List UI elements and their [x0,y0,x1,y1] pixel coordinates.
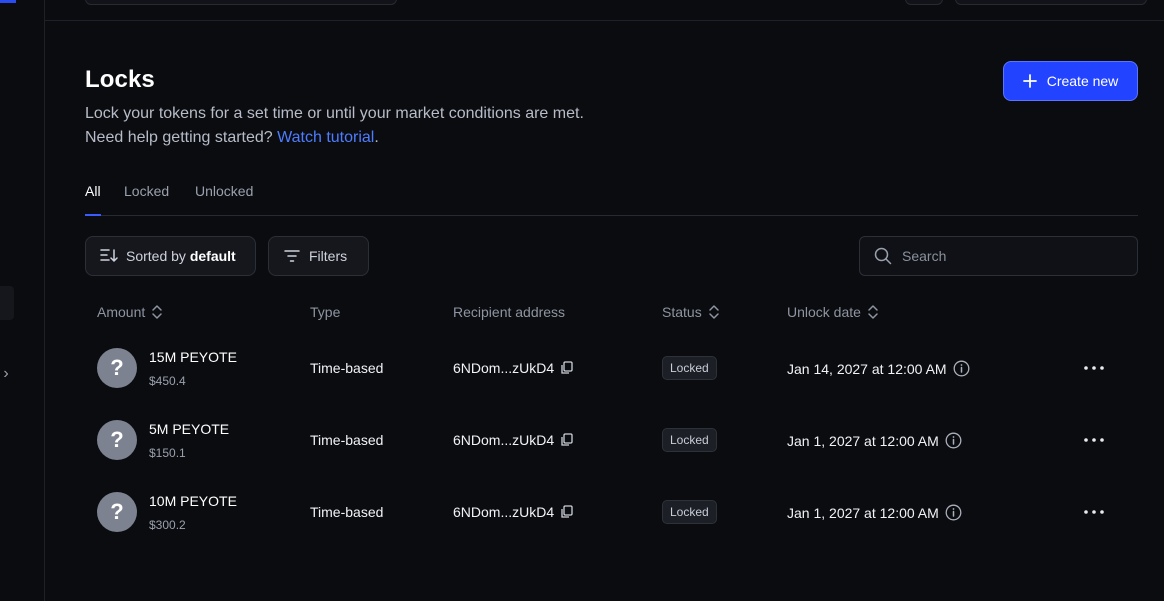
lock-type: Time-based [310,432,384,448]
table-row[interactable]: ? 15M PEYOTE $450.4 Time-based 6NDom...z… [85,336,1138,408]
unlock-date-cell: Jan 1, 2027 at 12:00 AM [787,504,962,521]
sidebar-active-item[interactable] [0,286,14,320]
column-amount[interactable]: Amount [97,304,163,320]
sidebar-accent [0,0,16,3]
token-amount: 15M PEYOTE [149,349,237,365]
token-placeholder-icon: ? [97,420,137,460]
lock-type: Time-based [310,360,384,376]
unlock-date: Jan 14, 2027 at 12:00 AM [787,360,947,377]
more-options-icon[interactable] [1079,501,1109,523]
sort-value: default [189,248,236,264]
table-header: Amount Type Recipient address Status Unl… [85,304,1138,324]
info-icon[interactable] [953,360,970,377]
top-bar [45,0,1164,21]
recipient-cell: 6NDom...zUkD4 [453,360,574,376]
info-icon[interactable] [945,504,962,521]
sort-button[interactable]: Sorted by default [85,236,256,276]
column-unlock-date[interactable]: Unlock date [787,304,879,320]
subtitle-period: . [374,129,379,146]
search-icon [874,247,892,265]
sort-label: Sorted by default [126,248,236,264]
filters-label: Filters [309,248,348,264]
top-wallet-button[interactable] [955,0,1147,5]
sort-updown-icon [867,304,879,320]
token-amount: 5M PEYOTE [149,421,230,437]
app-root: › Locks Lock your tokens for a set time … [0,0,1164,601]
token-usd-value: $300.2 [149,518,186,532]
lock-type: Time-based [310,504,384,520]
filter-icon [283,249,301,263]
column-unlock-date-label: Unlock date [787,304,861,320]
recipient-address: 6NDom...zUkD4 [453,360,555,376]
sidebar-expand-icon[interactable]: › [0,364,12,384]
sort-icon [100,248,118,264]
more-options-icon[interactable] [1079,429,1109,451]
status-badge: Locked [662,428,717,452]
table-row[interactable]: ? 5M PEYOTE $150.1 Time-based 6NDom...zU… [85,408,1138,480]
search-box[interactable] [859,236,1138,276]
token-placeholder-icon: ? [97,492,137,532]
recipient-address: 6NDom...zUkD4 [453,432,555,448]
column-recipient: Recipient address [453,304,565,320]
sort-updown-icon [708,304,720,320]
sidebar: › [0,0,45,601]
top-icon-button[interactable] [905,0,943,5]
create-new-label: Create new [1046,73,1119,89]
page-subtitle: Lock your tokens for a set time or until… [85,102,585,150]
recipient-cell: 6NDom...zUkD4 [453,432,574,448]
recipient-address: 6NDom...zUkD4 [453,504,555,520]
recipient-cell: 6NDom...zUkD4 [453,504,574,520]
column-status[interactable]: Status [662,304,720,320]
sort-updown-icon [151,304,163,320]
tab-locked[interactable]: Locked [124,183,169,215]
more-options-icon[interactable] [1079,357,1109,379]
column-type: Type [310,304,340,320]
plus-icon [1022,74,1037,88]
unlock-date-cell: Jan 1, 2027 at 12:00 AM [787,432,962,449]
unlock-date-cell: Jan 14, 2027 at 12:00 AM [787,360,970,377]
copy-icon[interactable] [560,505,574,519]
filters-button[interactable]: Filters [268,236,369,276]
info-icon[interactable] [945,432,962,449]
token-usd-value: $450.4 [149,374,186,388]
column-status-label: Status [662,304,702,320]
column-amount-label: Amount [97,304,146,320]
token-amount: 10M PEYOTE [149,493,237,509]
unlock-date: Jan 1, 2027 at 12:00 AM [787,432,939,449]
token-usd-value: $150.1 [149,446,186,460]
sort-prefix: Sorted by [126,248,186,264]
unlock-date: Jan 1, 2027 at 12:00 AM [787,504,939,521]
lock-tabs: All Locked Unlocked [85,176,1138,216]
watch-tutorial-link[interactable]: Watch tutorial [277,129,374,146]
tab-unlocked[interactable]: Unlocked [195,183,253,215]
create-new-button[interactable]: Create new [1003,61,1138,101]
table-row[interactable]: ? 10M PEYOTE $300.2 Time-based 6NDom...z… [85,480,1138,552]
copy-icon[interactable] [560,433,574,447]
tab-all[interactable]: All [85,183,101,216]
column-recipient-label: Recipient address [453,304,566,320]
copy-icon[interactable] [560,361,574,375]
status-badge: Locked [662,356,717,380]
page-title: Locks [85,66,155,93]
status-badge: Locked [662,500,717,524]
search-input[interactable] [902,248,1122,264]
column-type-label: Type [310,304,341,320]
top-search-field[interactable] [85,0,397,5]
token-placeholder-icon: ? [97,348,137,388]
